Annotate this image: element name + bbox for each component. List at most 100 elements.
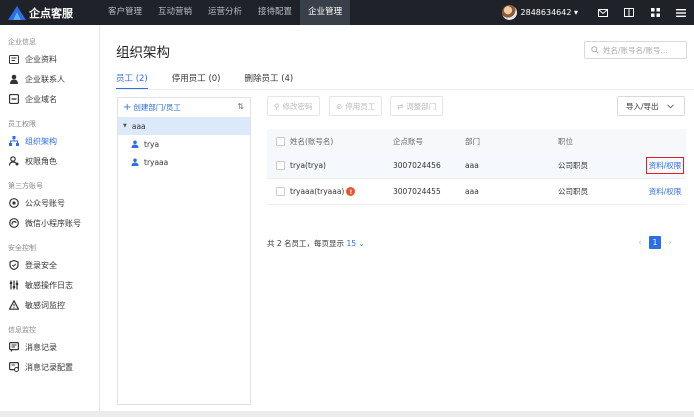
sidebar-item-label: 公众号账号 (25, 198, 65, 208)
cell-department: aaa (465, 187, 479, 196)
brand-logo-icon (8, 5, 26, 20)
select-all-checkbox[interactable] (276, 136, 285, 146)
staff-table: 姓名(账号名) 企点账号 部门 职位 trya(trya) 3007024456… (267, 129, 686, 205)
sidebar-item-label: 消息记录配置 (25, 362, 73, 372)
tab-active-staff[interactable]: 员工 (2) (116, 72, 148, 90)
adjust-department-button[interactable]: ⇄ 调整部门 (390, 96, 444, 116)
sidebar-item-permission-role[interactable]: 权限角色 (0, 151, 99, 171)
header-account: 企点账号 (393, 136, 423, 146)
sidebar-item-label: 敏感操作日志 (25, 280, 73, 290)
shield-icon (9, 260, 19, 270)
sidebar-item-label: 企业域名 (25, 94, 57, 104)
sidebar-item-login-security[interactable]: 登录安全 (0, 255, 99, 275)
search-placeholder: 姓名/账号名/账号... (603, 45, 668, 55)
prev-page-icon[interactable]: ‹ (634, 238, 646, 248)
top-right-tools: 2848634642 ▾ (501, 0, 694, 25)
mail-icon[interactable] (590, 0, 616, 25)
profile-permission-link[interactable]: 资料/权限 (645, 157, 685, 174)
sidebar-item-label: 企业联系人 (25, 74, 65, 84)
sidebar-item-message-record[interactable]: 消息记录 (0, 337, 99, 357)
cell-account: 3007024455 (393, 187, 441, 196)
tree-node-member[interactable]: trya (118, 135, 250, 153)
staff-count-text: 共 2 名员工，每页显示 (267, 239, 345, 248)
chevron-down-icon (666, 103, 674, 109)
row-checkbox[interactable] (276, 187, 285, 196)
table-row[interactable]: trya(trya) 3007024456 aaa 公司职员 资料/权限 (267, 153, 686, 179)
cell-name: trya(trya) (290, 161, 326, 170)
header-position: 职位 (558, 136, 573, 146)
mini-program-icon (9, 218, 19, 228)
header-department: 部门 (465, 136, 480, 146)
page-number[interactable]: 1 (649, 236, 661, 249)
message-config-icon (9, 362, 19, 372)
apps-grid-icon[interactable] (642, 0, 668, 25)
cell-department: aaa (465, 161, 479, 170)
page-title: 组织架构 (116, 45, 170, 61)
sidebar-item-enterprise-domain[interactable]: 企业域名 (0, 89, 99, 109)
import-export-dropdown[interactable]: 导入/导出 (617, 96, 685, 116)
sidebar-item-mini-program[interactable]: 微信小程序账号 (0, 213, 99, 233)
sidebar-item-label: 微信小程序账号 (25, 218, 81, 228)
tab-deleted-staff[interactable]: 删除员工 (4) (245, 72, 294, 86)
sidebar-item-label: 登录安全 (25, 260, 57, 270)
profile-permission-link[interactable]: 资料/权限 (644, 186, 686, 197)
avatar[interactable] (501, 5, 517, 20)
sidebar-item-label: 组织架构 (25, 136, 57, 146)
tree-node-department[interactable]: ▼ aaa (118, 117, 250, 135)
tree-node-member[interactable]: tryaaa (118, 153, 250, 171)
sidebar-group-staff-permission: 员工权限 (8, 120, 36, 128)
adjust-department-label: 调整部门 (406, 101, 437, 111)
chevron-down-icon: ⌄ (358, 239, 365, 248)
sidebar-item-sensitive-log[interactable]: 敏感操作日志 (0, 275, 99, 295)
nav-enterprise-management[interactable]: 企业管理 (300, 0, 351, 25)
nav-operation-analysis[interactable]: 运营分析 (200, 0, 250, 25)
nav-customer-management[interactable]: 客户管理 (100, 0, 150, 25)
table-header: 姓名(账号名) 企点账号 部门 职位 (267, 129, 686, 153)
sidebar-item-sensitive-word[interactable]: 敏感词监控 (0, 295, 99, 315)
sidebar-item-message-config[interactable]: 消息记录配置 (0, 357, 99, 377)
main-content: 组织架构 姓名/账号名/账号... 员工 (2) 停用员工 (0) 删除员工 (… (101, 25, 694, 417)
contact-person-icon (9, 74, 19, 84)
alert-icon[interactable]: ! (346, 187, 356, 196)
staff-tabs: 员工 (2) 停用员工 (0) 删除员工 (4) (116, 72, 317, 90)
account-dropdown[interactable]: 2848634642 ▾ (521, 8, 578, 17)
cell-position: 公司职员 (558, 187, 588, 196)
department-name: aaa (131, 121, 146, 131)
caret-down-icon: ▼ (123, 123, 127, 129)
book-icon[interactable] (616, 0, 642, 25)
menu-icon[interactable] (668, 0, 694, 25)
change-password-label: 修改密码 (282, 101, 313, 111)
change-password-button[interactable]: ⚲ 修改密码 (267, 96, 320, 116)
swap-icon: ⇄ (397, 101, 404, 111)
nav-interactive-marketing[interactable]: 互动营销 (150, 0, 200, 25)
brand-name: 企点客服 (29, 6, 73, 20)
next-page-icon[interactable]: › (664, 238, 676, 248)
create-dept-staff-label: 创建部门/员工 (133, 103, 181, 112)
search-input[interactable]: 姓名/账号名/账号... (584, 41, 687, 59)
sidebar-item-org-structure[interactable]: 组织架构 (0, 131, 99, 151)
page-size-dropdown[interactable]: 15 ⌄ (346, 239, 364, 248)
org-chart-icon (9, 136, 19, 146)
sidebar-item-enterprise-profile[interactable]: 企业资料 (0, 49, 99, 69)
header-name: 姓名(账号名) (290, 136, 334, 146)
official-account-icon (9, 198, 19, 208)
ban-icon: ⊘ (336, 101, 343, 111)
disable-staff-label: 停用员工 (345, 101, 376, 111)
sort-icon[interactable]: ⇅ (237, 102, 244, 111)
create-dept-staff-button[interactable]: + 创建部门/员工 ⇅ (118, 98, 250, 117)
sidebar-item-enterprise-contact[interactable]: 企业联系人 (0, 69, 99, 89)
sidebar-group-info-monitor: 信息监控 (8, 326, 36, 334)
sidebar-group-third-party: 第三方账号 (8, 182, 43, 190)
warning-icon (9, 300, 19, 310)
row-checkbox[interactable] (276, 161, 285, 170)
role-icon (9, 156, 19, 166)
nav-reception-config[interactable]: 接待配置 (250, 0, 300, 25)
top-navigation-bar: 企点客服 客户管理 互动营销 运营分析 接待配置 企业管理 2848634642… (0, 0, 694, 25)
sidebar-item-official-account[interactable]: 公众号账号 (0, 193, 99, 213)
disable-staff-button[interactable]: ⊘ 停用员工 (329, 96, 383, 116)
tab-disabled-staff[interactable]: 停用员工 (0) (172, 72, 221, 86)
brand-logo[interactable]: 企点客服 (0, 0, 96, 25)
import-export-label: 导入/导出 (626, 101, 659, 111)
table-row[interactable]: tryaaa(tryaaa) ! 3007024455 aaa 公司职员 资料/… (267, 179, 686, 205)
user-icon (131, 140, 139, 148)
